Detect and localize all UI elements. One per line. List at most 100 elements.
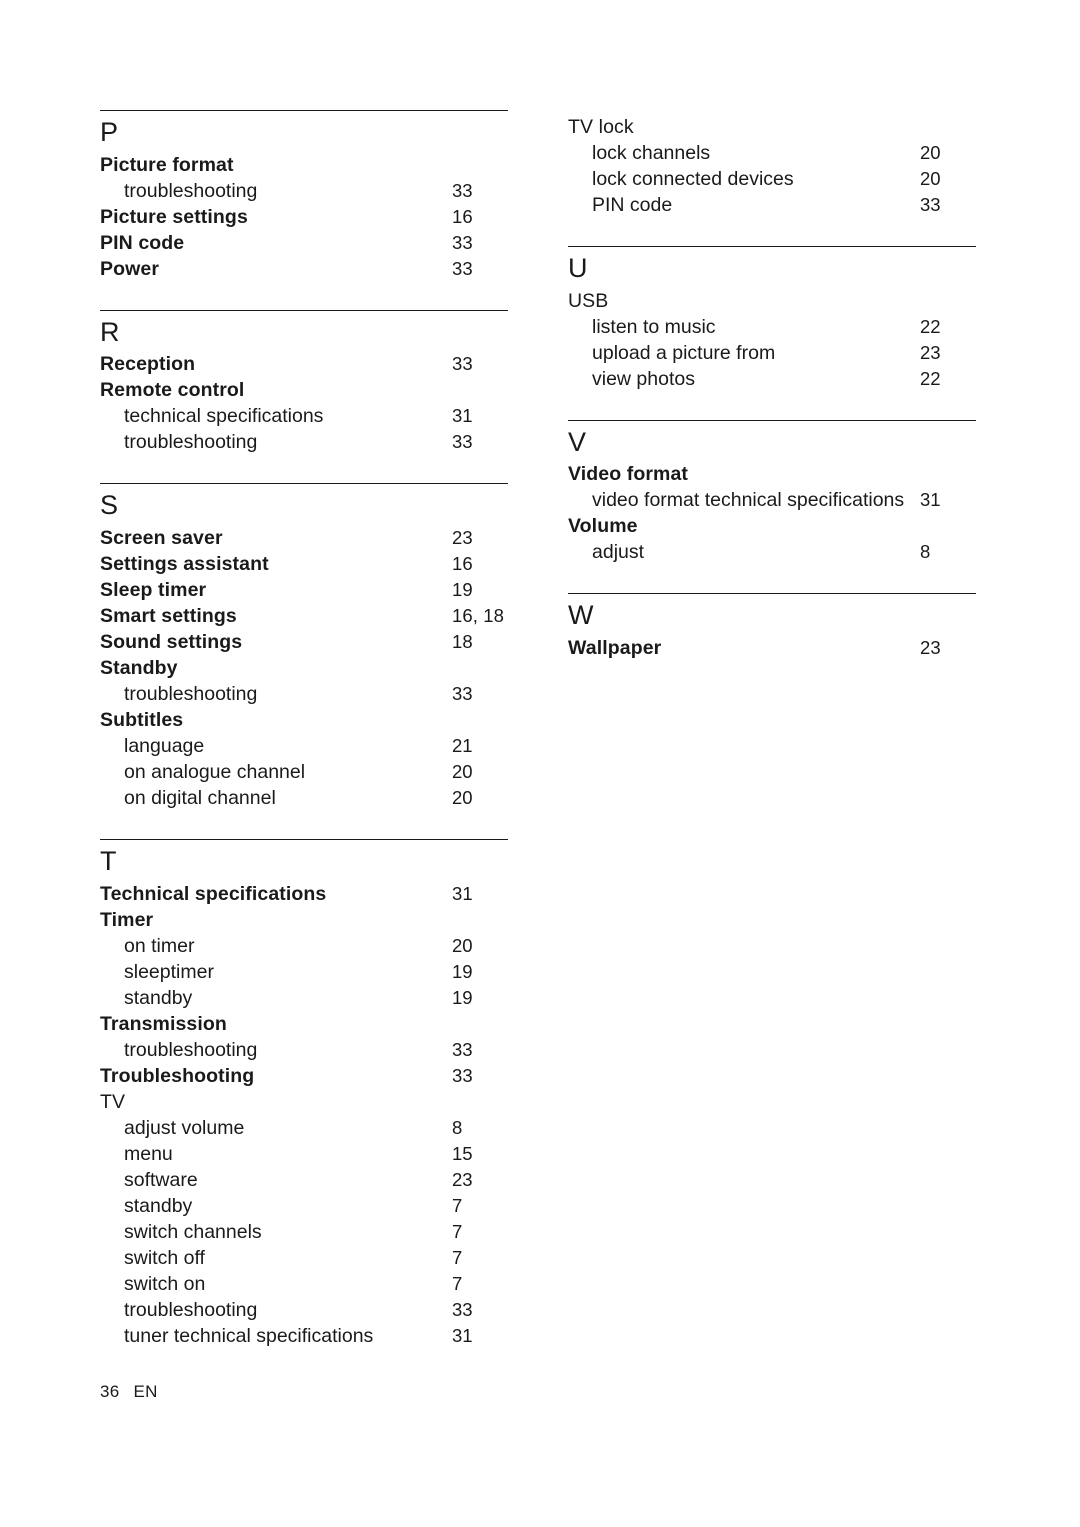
index-entry-page-number: 16 bbox=[452, 205, 473, 227]
section-divider bbox=[568, 246, 976, 247]
index-subentry[interactable]: PIN code 33 bbox=[568, 192, 976, 218]
index-entry[interactable]: Wallpaper 23 bbox=[568, 635, 976, 661]
index-entry-label: Smart settings bbox=[100, 605, 237, 628]
index-entry[interactable]: Picture format bbox=[100, 152, 508, 178]
index-entry-label: Troubleshooting bbox=[100, 1064, 255, 1087]
index-entry-label: software bbox=[124, 1168, 198, 1191]
index-entry-label: sleeptimer bbox=[124, 960, 214, 983]
section-divider bbox=[100, 309, 508, 311]
index-subentry[interactable]: adjust 8 bbox=[568, 539, 976, 565]
index-entry-page-number: 22 bbox=[920, 367, 941, 389]
index-subentry[interactable]: troubleshooting 33 bbox=[100, 1297, 508, 1323]
index-entry-label: Sound settings bbox=[100, 631, 243, 654]
index-subentry[interactable]: software 23 bbox=[100, 1167, 508, 1193]
index-entry-label: video format technical specifications bbox=[592, 489, 905, 512]
index-group: W Wallpaper 23 bbox=[568, 593, 976, 661]
index-entry[interactable]: Troubleshooting 33 bbox=[100, 1063, 508, 1089]
index-entry-label: switch on bbox=[124, 1272, 206, 1295]
index-entry-page-number: 7 bbox=[452, 1194, 463, 1216]
index-entry-label: lock connected devices bbox=[592, 168, 794, 190]
index-entry[interactable]: Settings assistant 16 bbox=[100, 551, 508, 577]
index-subentry[interactable]: view photos 22 bbox=[568, 366, 976, 392]
section-letter: V bbox=[568, 426, 587, 457]
group-gap bbox=[100, 813, 508, 839]
index-entry[interactable]: Power 33 bbox=[100, 256, 508, 282]
index-subentry[interactable]: menu 15 bbox=[100, 1141, 508, 1167]
group-gap bbox=[568, 663, 976, 689]
section-letter: W bbox=[568, 600, 594, 631]
footer-page-number: 36 bbox=[100, 1382, 120, 1401]
index-subentry[interactable]: language 21 bbox=[100, 733, 508, 759]
index-entry[interactable]: Smart settings 16, 18 bbox=[100, 603, 508, 629]
index-entry[interactable]: Standby bbox=[100, 655, 508, 681]
index-subentry[interactable]: tuner technical specifications 31 bbox=[100, 1323, 508, 1349]
index-entry-page-number: 22 bbox=[920, 315, 941, 337]
index-entry[interactable]: Transmission bbox=[100, 1011, 508, 1037]
index-subentry[interactable]: troubleshooting 33 bbox=[100, 1037, 508, 1063]
index-entry[interactable]: Timer bbox=[100, 907, 508, 933]
index-subentry[interactable]: switch on 7 bbox=[100, 1271, 508, 1297]
index-group: P Picture format troubleshooting 33 Picture … bbox=[100, 110, 508, 282]
index-entry[interactable]: Subtitles bbox=[100, 707, 508, 733]
index-subentry[interactable]: standby 19 bbox=[100, 985, 508, 1011]
index-entry-page-number: 31 bbox=[452, 1324, 473, 1346]
index-entry-page-number: 20 bbox=[452, 761, 473, 783]
index-entry[interactable]: Sleep timer 19 bbox=[100, 577, 508, 603]
index-entry-label: troubleshooting bbox=[124, 431, 258, 454]
section-divider bbox=[100, 110, 508, 111]
index-entry[interactable]: Reception 33 bbox=[100, 351, 508, 377]
index-subentry[interactable]: troubleshooting 33 bbox=[100, 681, 508, 707]
index-entry-page-number: 33 bbox=[452, 1064, 473, 1086]
index-entry[interactable]: PIN code 33 bbox=[100, 230, 508, 256]
index-subentry[interactable]: switch channels 7 bbox=[100, 1219, 508, 1245]
index-subentry[interactable]: troubleshooting 33 bbox=[100, 429, 508, 455]
index-entry-label: Wallpaper bbox=[568, 637, 662, 660]
index-group: V Video format video format technical spec… bbox=[568, 419, 976, 566]
index-column-left: P Picture format troubleshooting 33 Picture … bbox=[100, 110, 508, 1377]
index-entry[interactable]: Video format bbox=[568, 461, 976, 487]
group-gap bbox=[568, 394, 976, 420]
index-subentry[interactable]: switch off 7 bbox=[100, 1245, 508, 1271]
index-entry-page-number: 7 bbox=[452, 1246, 463, 1268]
index-entry-page-number: 33 bbox=[452, 1038, 473, 1060]
index-subentry[interactable]: adjust volume 8 bbox=[100, 1115, 508, 1141]
index-entry[interactable]: TV bbox=[100, 1089, 508, 1115]
index-group: R Reception 33 Remote control technical spec… bbox=[100, 309, 508, 456]
index-subentry[interactable]: on digital channel 20 bbox=[100, 785, 508, 811]
index-entry[interactable]: Technical specifications 31 bbox=[100, 881, 508, 907]
section-letter: R bbox=[100, 316, 120, 347]
index-subentry[interactable]: lock channels 20 bbox=[568, 140, 976, 166]
index-entry-label: view photos bbox=[592, 367, 695, 390]
index-entry-label: on digital channel bbox=[124, 787, 276, 810]
index-entry-page-number: 33 bbox=[452, 683, 473, 705]
index-entry-label: switch channels bbox=[124, 1220, 262, 1243]
index-column-right: TV lock lock channels 20 lock connected dev… bbox=[568, 110, 976, 689]
index-subentry[interactable]: sleeptimer 19 bbox=[100, 959, 508, 985]
index-entry[interactable]: Screen saver 23 bbox=[100, 525, 508, 551]
index-entry-page-number: 21 bbox=[452, 735, 473, 757]
index-entry-label: PIN code bbox=[100, 231, 185, 254]
index-entry-page-number: 19 bbox=[452, 579, 473, 601]
index-entry-page-number: 33 bbox=[452, 431, 473, 453]
index-entry[interactable]: Volume bbox=[568, 513, 976, 539]
index-subentry[interactable]: on analogue channel 20 bbox=[100, 759, 508, 785]
index-subentry[interactable]: troubleshooting 33 bbox=[100, 178, 508, 204]
index-subentry[interactable]: upload a picture from 23 bbox=[568, 340, 976, 366]
section-letter: T bbox=[100, 846, 117, 877]
index-entry-label: Screen saver bbox=[100, 527, 223, 550]
index-entry-label: PIN code bbox=[592, 194, 673, 216]
index-entry[interactable]: Remote control bbox=[100, 377, 508, 403]
index-subentry[interactable]: listen to music 22 bbox=[568, 314, 976, 340]
index-entry-page-number: 20 bbox=[920, 168, 941, 189]
index-entry[interactable]: Sound settings 18 bbox=[100, 629, 508, 655]
index-entry[interactable]: Picture settings 16 bbox=[100, 204, 508, 230]
index-subentry[interactable]: technical specifications 31 bbox=[100, 403, 508, 429]
index-entry[interactable]: TV lock bbox=[568, 114, 976, 140]
index-subentry[interactable]: on timer 20 bbox=[100, 933, 508, 959]
index-subentry[interactable]: lock connected devices 20 bbox=[568, 166, 976, 192]
index-entry-label: Remote control bbox=[100, 379, 245, 402]
index-entry[interactable]: USB bbox=[568, 288, 976, 314]
index-subentry[interactable]: standby 7 bbox=[100, 1193, 508, 1219]
index-subentry[interactable]: video format technical specifications 31 bbox=[568, 487, 976, 513]
index-page: P Picture format troubleshooting 33 Picture … bbox=[0, 0, 1080, 1527]
